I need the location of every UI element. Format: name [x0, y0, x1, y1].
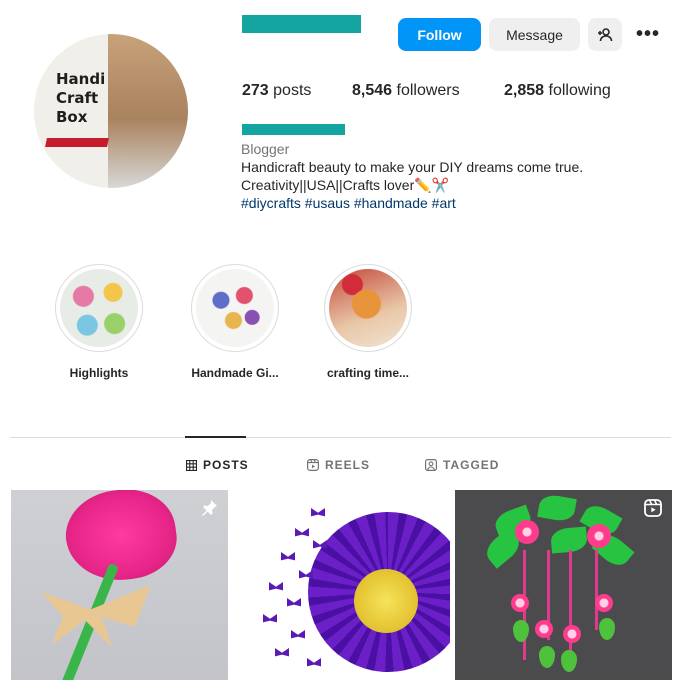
post-thumbnail[interactable] — [11, 490, 228, 680]
highlight-label: crafting time... — [326, 366, 409, 380]
pink-paper-flower — [595, 594, 613, 612]
highlight-ring — [55, 264, 143, 352]
message-button[interactable]: Message — [489, 18, 580, 51]
green-paper-drop — [539, 646, 555, 668]
grid-icon — [186, 459, 197, 471]
profile-bio: Handicraft beauty to make your DIY dream… — [241, 158, 661, 194]
highlight-label: Highlights — [69, 366, 129, 380]
pink-paper-flower — [511, 594, 529, 612]
profile-category: Blogger — [241, 141, 290, 157]
paper-leaf — [537, 493, 577, 523]
tab-tagged-label: TAGGED — [443, 458, 500, 472]
highlight-cover — [196, 269, 274, 347]
green-paper-drop — [561, 650, 577, 672]
highlight-item[interactable]: Highlights — [44, 264, 154, 380]
highlight-ring — [324, 264, 412, 352]
display-name-redacted — [242, 124, 345, 135]
butterfly-shape — [281, 552, 295, 561]
tagged-icon — [425, 459, 437, 471]
post-thumbnail[interactable] — [455, 490, 672, 680]
follow-button[interactable]: Follow — [398, 18, 481, 51]
bio-line-1: Handicraft beauty to make your DIY dream… — [241, 159, 584, 175]
pink-paper-flower — [535, 620, 553, 638]
tab-reels[interactable]: REELS — [307, 458, 370, 472]
bio-line-2: Creativity||USA||Crafts lover — [241, 177, 415, 193]
highlight-ring — [191, 264, 279, 352]
avatar-logo-line2: Craft — [56, 89, 99, 107]
pink-paper-flower — [587, 524, 611, 548]
followers-count[interactable]: 8,546 followers — [352, 82, 460, 100]
avatar-logo-line1: Handi — [56, 70, 106, 88]
tab-reels-label: REELS — [325, 458, 371, 472]
username-redacted — [242, 15, 361, 33]
avatar-logo-line3: Box — [56, 108, 88, 126]
pink-paper-flower — [563, 625, 581, 643]
bio-emoji: ✏️✂️ — [414, 177, 450, 193]
active-tab-indicator — [185, 436, 246, 438]
reel-icon — [644, 499, 662, 517]
more-options-button[interactable]: ••• — [631, 18, 665, 51]
butterfly-shape — [291, 630, 305, 639]
add-user-icon — [598, 27, 613, 41]
hanging-strand — [595, 550, 598, 630]
butterfly-shape — [311, 508, 325, 517]
profile-hashtags[interactable]: #diycrafts #usaus #handmade #art — [241, 195, 456, 211]
posts-count[interactable]: 273 posts — [242, 82, 311, 100]
butterfly-shape — [287, 598, 301, 607]
tabs-divider — [10, 437, 671, 438]
avatar-pencils-image — [108, 34, 188, 188]
green-paper-drop — [513, 620, 529, 642]
suggest-user-button[interactable] — [588, 18, 622, 51]
flower-center — [354, 569, 418, 633]
highlight-label: Handmade Gi... — [191, 366, 279, 380]
green-paper-drop — [599, 618, 615, 640]
butterfly-shape — [275, 648, 289, 657]
pink-paper-flower — [515, 520, 539, 544]
tab-posts[interactable]: POSTS — [186, 458, 249, 472]
post-thumbnail[interactable] — [233, 490, 450, 680]
butterfly-shape — [269, 582, 283, 591]
highlight-cover — [329, 269, 407, 347]
highlight-item[interactable]: Handmade Gi... — [180, 264, 290, 380]
profile-avatar[interactable]: Handi Craft Box — [34, 34, 188, 188]
tab-tagged[interactable]: TAGGED — [425, 458, 499, 472]
avatar-logo: Handi Craft Box — [56, 70, 105, 127]
paper-rose-image — [60, 490, 182, 588]
tab-posts-label: POSTS — [203, 458, 249, 472]
more-icon: ••• — [635, 23, 660, 45]
reels-icon — [307, 459, 319, 471]
butterfly-shape — [295, 528, 309, 537]
pin-icon — [202, 500, 217, 516]
avatar-logo-underline — [45, 138, 109, 147]
butterfly-shape — [307, 658, 321, 667]
butterfly-shape — [263, 614, 277, 623]
ribbon-bow — [41, 585, 151, 648]
highlight-item[interactable]: crafting time... — [313, 264, 423, 380]
highlight-cover — [60, 269, 138, 347]
following-count[interactable]: 2,858 following — [504, 82, 611, 100]
